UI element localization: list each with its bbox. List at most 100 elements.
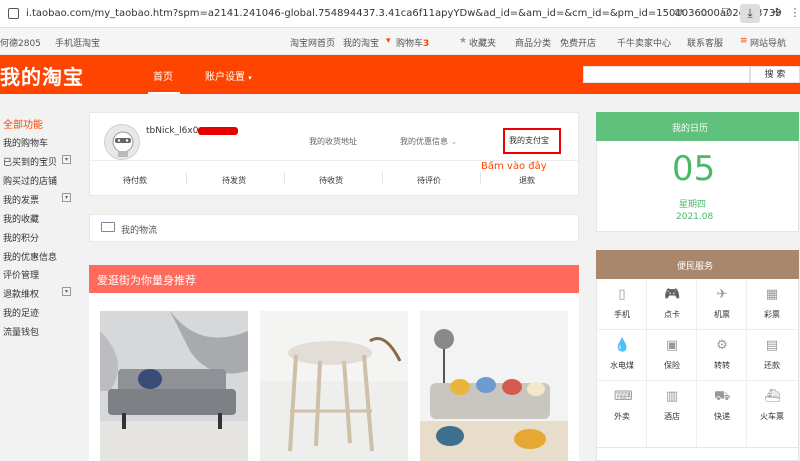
sidebar-title[interactable]: 全部功能 xyxy=(3,116,43,131)
search-button[interactable]: 搜 索 xyxy=(750,66,800,83)
topnav-site-nav[interactable]: 网站导航 xyxy=(750,36,786,49)
calendar-day: 05 xyxy=(672,149,716,189)
nav-settings[interactable]: 账户设置 ▾ xyxy=(205,68,252,83)
nav-home[interactable]: 首页 xyxy=(153,68,173,83)
divider xyxy=(186,172,187,184)
order-pending-shipment[interactable]: 待发货 xyxy=(222,175,246,186)
cart-icon: ▾ xyxy=(386,36,391,46)
topnav-user[interactable]: 何德2805 xyxy=(0,36,41,49)
topnav-seller-center[interactable]: 千牛卖家中心 xyxy=(617,36,671,49)
services-card xyxy=(596,250,799,461)
order-pending-payment[interactable]: 待付款 xyxy=(123,175,147,186)
service-item-label[interactable]: 点卡 xyxy=(647,309,697,320)
chevron-down-icon: ▾ xyxy=(248,74,252,82)
sidebar-item-shops[interactable]: 购买过的店铺 xyxy=(3,174,57,187)
coupon-link-label: 我的优惠信息 xyxy=(400,137,448,146)
topnav-cart[interactable]: 购物车3 xyxy=(396,36,429,49)
logistics-label[interactable]: 我的物流 xyxy=(121,223,157,236)
topnav-service[interactable]: 联系客服 xyxy=(687,36,723,49)
lottery-icon: ▦ xyxy=(765,287,779,302)
divider xyxy=(597,380,799,381)
expand-icon[interactable]: ▾ xyxy=(62,193,71,202)
product-image-sofa[interactable] xyxy=(100,311,248,461)
star-icon: ★ xyxy=(459,36,468,46)
topnav-home[interactable]: 淘宝网首页 xyxy=(290,36,335,49)
divider xyxy=(597,329,799,330)
sidebar-item-footprint[interactable]: 我的足迹 xyxy=(3,306,39,319)
repayment-icon: ▤ xyxy=(765,338,779,353)
utilities-icon: 💧 xyxy=(614,338,631,353)
coupon-link[interactable]: 我的优惠信息 ⌄ xyxy=(400,136,457,147)
next-card xyxy=(596,447,799,461)
menu-icon[interactable]: ⋮ xyxy=(788,6,800,20)
alipay-link[interactable]: 我的支付宝 xyxy=(509,135,549,146)
service-item-label[interactable]: 快递 xyxy=(697,411,747,422)
topnav-mobile[interactable]: 手机逛淘宝 xyxy=(55,36,100,49)
takeout-icon: ⌨ xyxy=(614,389,633,404)
sidebar-item-refunds[interactable]: 退款维权 xyxy=(3,287,39,300)
expand-icon[interactable]: ▾ xyxy=(62,287,71,296)
service-item-label[interactable]: 外卖 xyxy=(597,411,647,422)
service-item-label[interactable]: 转转 xyxy=(697,360,747,371)
sidebar-item-data-wallet[interactable]: 流量钱包 xyxy=(3,325,39,338)
sidebar-item-reviews[interactable]: 评价管理 xyxy=(3,268,39,281)
order-pending-receipt[interactable]: 待收货 xyxy=(319,175,343,186)
service-item-label[interactable]: 火车票 xyxy=(747,411,797,422)
cart-count: 3 xyxy=(423,39,430,49)
order-pending-review[interactable]: 待评价 xyxy=(417,175,441,186)
service-item-label[interactable]: 彩票 xyxy=(747,309,797,320)
divider xyxy=(480,172,481,184)
service-item-label[interactable]: 水电煤 xyxy=(597,360,647,371)
sidebar-item-coupons[interactable]: 我的优惠信息 xyxy=(3,250,57,263)
extensions-icon[interactable]: ✣ xyxy=(770,6,784,20)
service-item-label[interactable]: 机票 xyxy=(697,309,747,320)
topnav-free-store[interactable]: 免费开店 xyxy=(560,36,596,49)
service-item-label[interactable]: 保险 xyxy=(647,360,697,371)
product-image-stool[interactable] xyxy=(260,311,408,461)
service-item-label[interactable]: 手机 xyxy=(597,309,647,320)
product-image-living-room[interactable] xyxy=(420,311,568,461)
sidebar-item-invoice[interactable]: 我的发票 xyxy=(3,193,39,206)
nav-active-indicator xyxy=(148,92,180,94)
expand-icon[interactable]: ▾ xyxy=(62,155,71,164)
shield-icon[interactable]: ⛉ xyxy=(719,6,733,20)
topnav-my-taobao[interactable]: 我的淘宝 xyxy=(343,36,379,49)
address-bar[interactable]: i.taobao.com/my_taobao.htm?spm=a2141.241… xyxy=(26,8,782,19)
sidebar-item-cart[interactable]: 我的购物车 xyxy=(3,136,48,149)
recommend-title: 爱逛街为你量身推荐 xyxy=(97,274,196,287)
plane-icon: ✈ xyxy=(716,287,728,302)
avatar[interactable] xyxy=(104,124,140,160)
insurance-icon: ▣ xyxy=(665,338,679,353)
hotel-icon: ▥ xyxy=(665,389,679,404)
game-card-icon: 🎮 xyxy=(664,287,681,302)
sidebar-item-favorites[interactable]: 我的收藏 xyxy=(3,212,39,225)
redaction-mark xyxy=(198,127,238,135)
translate-icon[interactable]: ⇄ xyxy=(672,6,686,20)
logistics-bar[interactable] xyxy=(89,214,579,242)
service-item-label[interactable]: 酒店 xyxy=(647,411,697,422)
sidebar-item-bought[interactable]: 已买到的宝贝 xyxy=(3,155,57,168)
site-nav-icon: ≡ xyxy=(740,36,748,46)
calendar-title: 我的日历 xyxy=(672,124,709,134)
divider xyxy=(382,172,383,184)
topnav-favorites[interactable]: 收藏夹 xyxy=(469,36,496,49)
calendar-month: 2021.08 xyxy=(676,212,714,222)
logo[interactable]: 我的淘宝 xyxy=(0,61,84,90)
phone-icon: ▯ xyxy=(618,287,626,302)
order-refund[interactable]: 退款 xyxy=(519,175,535,186)
cart-label: 购物车 xyxy=(396,39,424,49)
train-icon: ⛴ xyxy=(764,389,781,404)
calendar-weekday: 星期四 xyxy=(679,200,707,210)
service-item-label[interactable]: 还款 xyxy=(747,360,797,371)
sidebar-item-points[interactable]: 我的积分 xyxy=(3,231,39,244)
download-icon[interactable]: ⤓ xyxy=(740,4,760,23)
bookmark-star-icon[interactable]: ☆ xyxy=(697,6,711,20)
courier-icon: ⛟ xyxy=(714,389,731,404)
transfer-icon: ⚙ xyxy=(716,338,728,353)
topnav-categories[interactable]: 商品分类 xyxy=(515,36,551,49)
divider xyxy=(284,172,285,184)
search-input[interactable] xyxy=(583,66,750,83)
address-link[interactable]: 我的收货地址 xyxy=(309,136,357,147)
nav-settings-label: 账户设置 xyxy=(205,72,245,83)
page-info-icon[interactable] xyxy=(8,8,19,19)
